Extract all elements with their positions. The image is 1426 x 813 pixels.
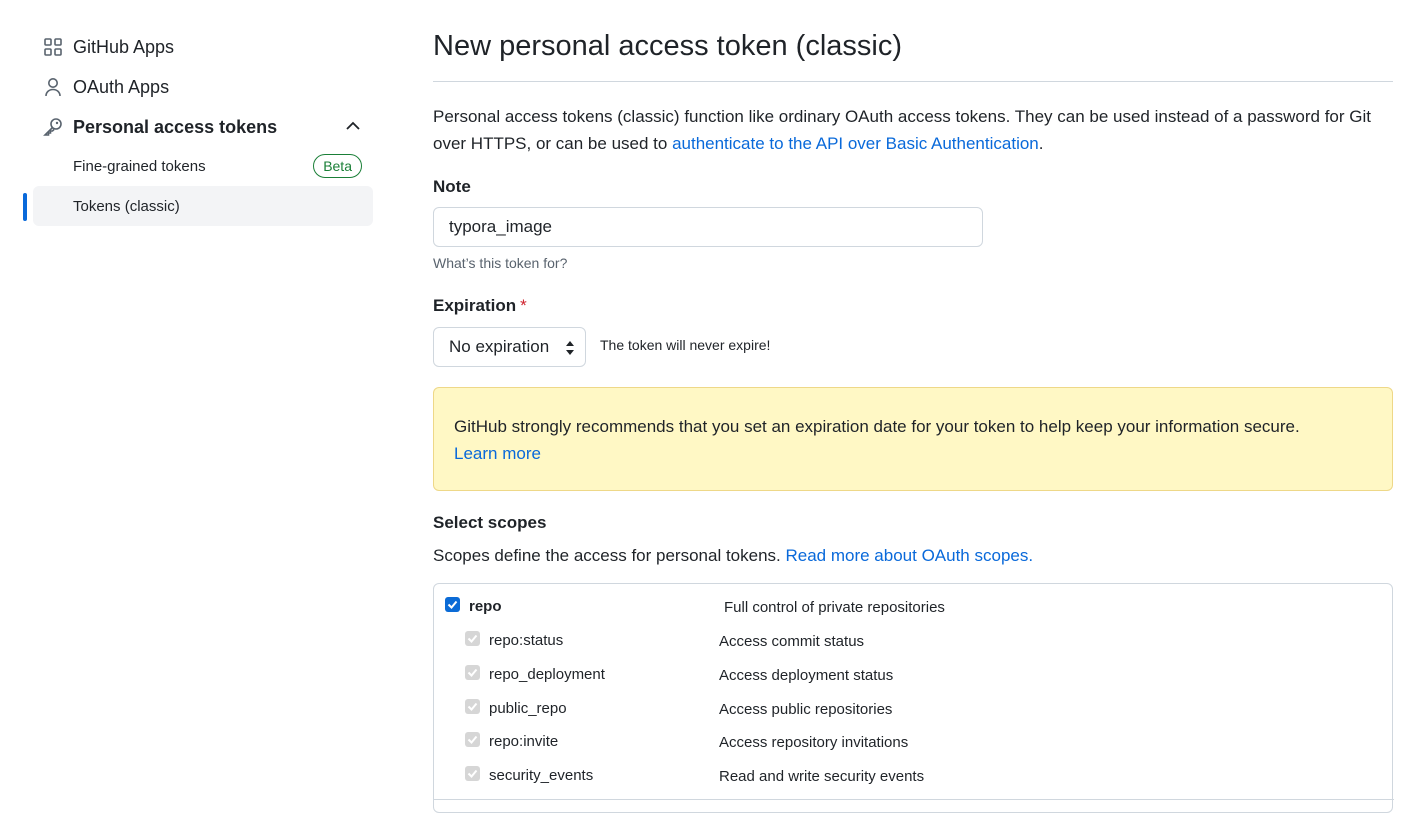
learn-more-link[interactable]: Learn more	[454, 444, 541, 463]
sidebar-item-label: Tokens (classic)	[73, 197, 180, 215]
expiration-label-text: Expiration	[433, 296, 517, 315]
scopes-heading: Select scopes	[433, 513, 547, 532]
basic-auth-link[interactable]: authenticate to the API over Basic Authe…	[672, 134, 1039, 153]
scope-checkbox-repo-invite[interactable]	[465, 732, 480, 747]
scope-checkbox-security-events[interactable]	[465, 766, 480, 781]
scope-name: repo:invite	[489, 732, 559, 750]
note-hint: What’s this token for?	[433, 255, 568, 271]
sidebar-item-fine-grained-tokens[interactable]: Fine-grained tokens Beta	[33, 146, 373, 186]
scopes-description: Scopes define the access for personal to…	[433, 546, 1033, 566]
scope-description: Access deployment status	[719, 667, 894, 684]
title-divider	[433, 81, 1393, 82]
scope-name: security_events	[489, 766, 594, 784]
required-mark: *	[520, 296, 527, 315]
scope-checkbox-repo[interactable]	[445, 597, 460, 612]
scope-checkbox-public-repo[interactable]	[465, 699, 480, 714]
scope-name: public_repo	[489, 699, 567, 717]
sidebar-item-tokens-classic[interactable]: Tokens (classic)	[33, 186, 373, 226]
intro-paragraph: Personal access tokens (classic) functio…	[433, 103, 1393, 157]
intro-end: .	[1038, 134, 1044, 153]
scope-group-divider	[434, 799, 1394, 800]
scope-description: Access public repositories	[719, 701, 893, 718]
key-icon	[42, 116, 64, 138]
sidebar-item-label: GitHub Apps	[73, 36, 175, 57]
beta-badge: Beta	[313, 154, 362, 178]
sidebar-item-personal-access-tokens[interactable]: Personal access tokens	[42, 112, 277, 142]
oauth-scopes-link[interactable]: Read more about OAuth scopes.	[785, 546, 1033, 565]
settings-sidebar: GitHub Apps OAuth Apps Personal access t…	[0, 0, 400, 802]
scopes-desc-text: Scopes define the access for personal to…	[433, 546, 786, 565]
scope-description: Access commit status	[719, 633, 865, 650]
expiration-selected-value: No expiration	[449, 337, 550, 356]
expiration-select[interactable]: No expiration	[433, 327, 586, 367]
expiration-note: The token will never expire!	[600, 337, 771, 353]
sidebar-item-github-apps[interactable]: GitHub Apps	[42, 32, 174, 62]
select-arrows-icon	[565, 340, 575, 356]
note-input[interactable]	[433, 207, 983, 247]
scope-description: Full control of private repositories	[724, 599, 945, 616]
sidebar-item-label: OAuth Apps	[73, 76, 170, 97]
scope-description: Read and write security events	[719, 768, 925, 785]
apps-grid-icon	[42, 36, 64, 58]
scope-name: repo:status	[489, 631, 564, 649]
scope-name: repo_deployment	[489, 665, 605, 683]
sidebar-item-label: Fine-grained tokens	[73, 157, 206, 175]
note-label: Note	[433, 177, 471, 196]
scope-checkbox-repo-status[interactable]	[465, 631, 480, 646]
person-icon	[42, 76, 64, 98]
scope-name: repo	[469, 597, 502, 615]
warning-text: GitHub strongly recommends that you set …	[454, 417, 1300, 436]
expiration-warning: GitHub strongly recommends that you set …	[433, 387, 1393, 491]
scopes-list: repo Full control of private repositorie…	[433, 583, 1394, 813]
expiration-label: Expiration *	[433, 296, 527, 316]
chevron-up-icon[interactable]	[343, 116, 363, 136]
sidebar-item-oauth-apps[interactable]: OAuth Apps	[42, 72, 169, 102]
scope-description: Access repository invitations	[719, 734, 909, 751]
sidebar-item-label: Personal access tokens	[73, 116, 278, 137]
scope-checkbox-repo-deployment[interactable]	[465, 665, 480, 680]
active-indicator	[23, 193, 27, 221]
page-title: New personal access token (classic)	[433, 30, 903, 62]
